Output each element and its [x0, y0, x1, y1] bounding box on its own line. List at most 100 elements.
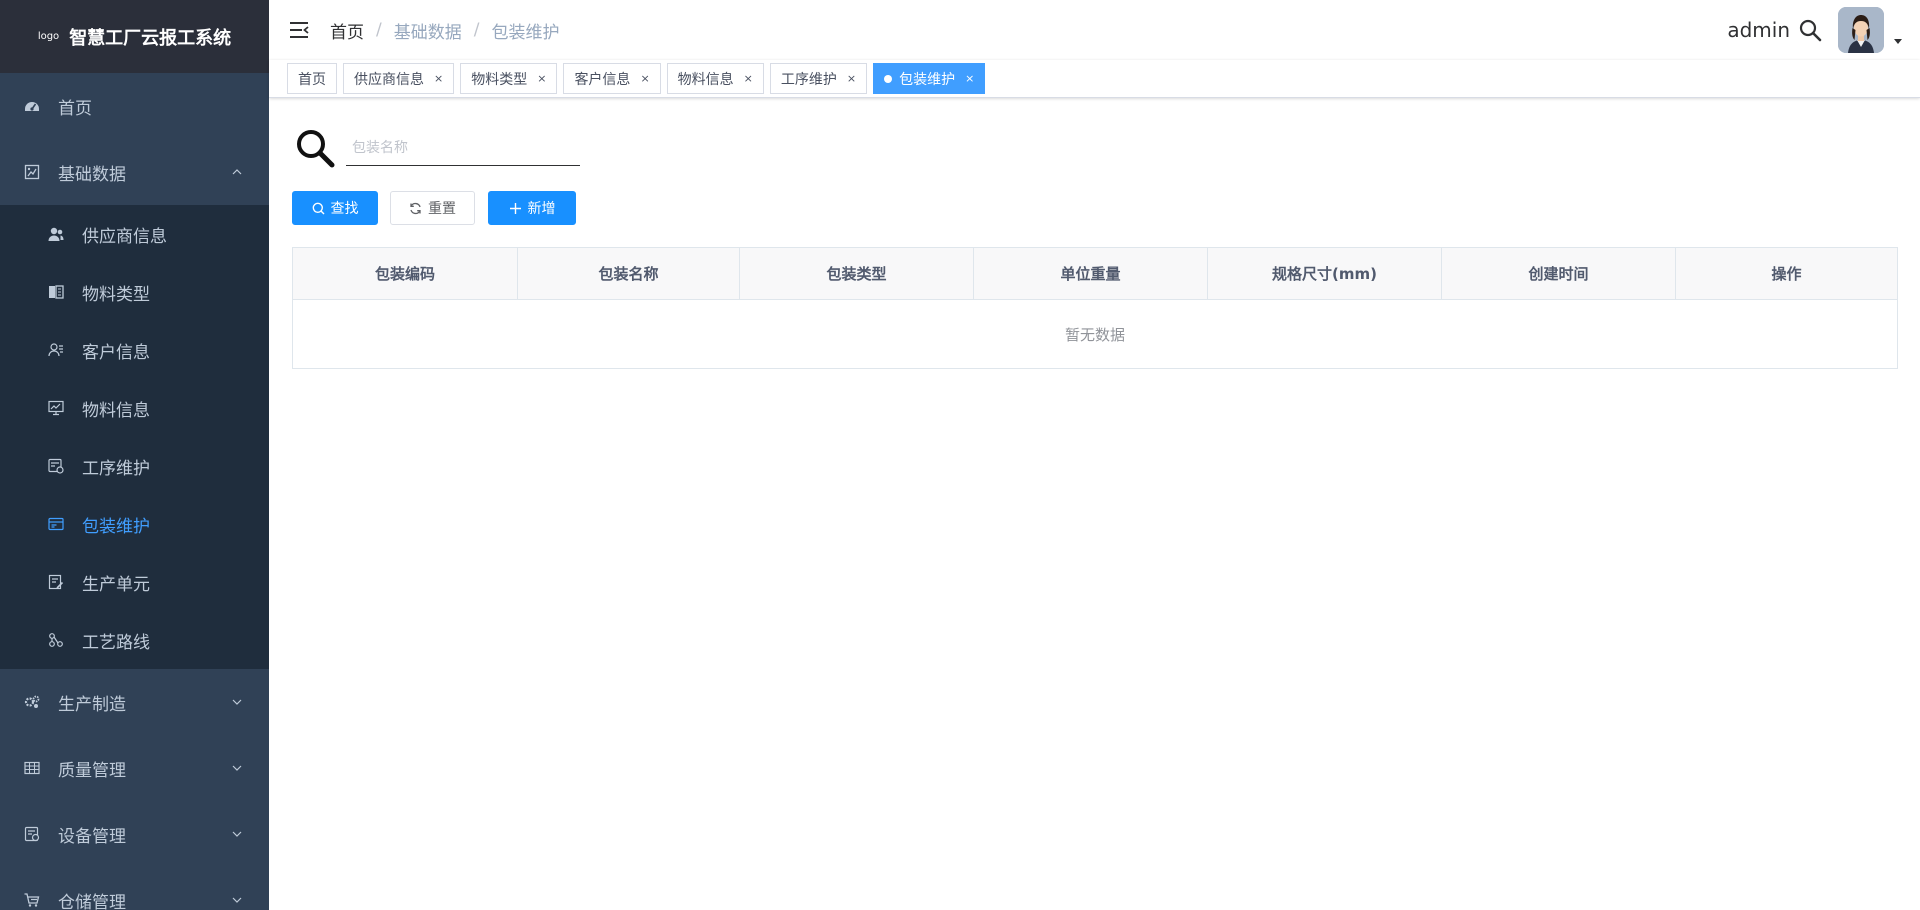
close-icon[interactable]: ×: [965, 72, 974, 85]
close-icon[interactable]: ×: [640, 72, 649, 85]
tag-label: 物料信息: [677, 71, 734, 88]
warehouse-icon: [24, 892, 40, 908]
close-icon[interactable]: ×: [434, 72, 443, 85]
search-icon: [312, 202, 325, 215]
sidebar-item-supplier[interactable]: 供应商信息: [0, 205, 269, 263]
hamburger-icon[interactable]: [288, 20, 310, 40]
sidebar-item-label: 工艺路线: [82, 632, 150, 653]
sidebar-item-material-info[interactable]: 物料信息: [0, 379, 269, 437]
sidebar-item-label: 基础数据: [58, 164, 126, 185]
material-info-icon: [48, 400, 64, 416]
sidebar-item-production-unit[interactable]: 生产单元: [0, 553, 269, 611]
column-header: 规格尺寸(mm): [1208, 248, 1442, 299]
action-bar: 查找 重置 新增: [292, 191, 1898, 225]
close-icon[interactable]: ×: [744, 72, 753, 85]
tag-package[interactable]: 包装维护 ×: [873, 63, 986, 94]
package-name-input[interactable]: [346, 130, 580, 166]
breadcrumb-base-data: 基础数据: [393, 22, 462, 43]
sidebar-item-customer[interactable]: 客户信息: [0, 321, 269, 379]
sidebar-item-route[interactable]: 工艺路线: [0, 611, 269, 669]
breadcrumb-home[interactable]: 首页: [330, 18, 364, 43]
close-icon[interactable]: ×: [537, 72, 546, 85]
tag-label: 物料类型: [471, 71, 528, 88]
username: admin: [1727, 18, 1790, 42]
chevron-down-icon: [232, 831, 242, 837]
sidebar-item-package[interactable]: 包装维护: [0, 495, 269, 553]
chevron-down-icon: [232, 699, 242, 705]
chevron-up-icon: [232, 169, 242, 175]
sidebar: logo 智慧工厂云报工系统 首页 基础数据 供应商信息 物料类型 客户信息 物…: [0, 0, 269, 910]
sidebar-item-label: 生产制造: [58, 694, 126, 715]
navbar: 首页 / 基础数据 / 包装维护 admin: [269, 0, 1920, 60]
reset-button-label: 重置: [428, 201, 456, 217]
tag-label: 客户信息: [574, 71, 631, 88]
sidebar-item-label: 物料信息: [82, 400, 150, 421]
chevron-down-icon: [232, 897, 242, 903]
sidebar-item-label: 仓储管理: [58, 892, 126, 910]
sidebar-item-label: 供应商信息: [82, 226, 167, 247]
package-icon: [48, 516, 64, 532]
sidebar-item-label: 首页: [58, 98, 92, 119]
breadcrumb-current: 包装维护: [491, 22, 560, 43]
column-header: 单位重量: [974, 248, 1208, 299]
reset-button[interactable]: 重置: [390, 191, 475, 225]
logo-bar: logo 智慧工厂云报工系统: [0, 0, 269, 73]
right-menu: admin: [1727, 0, 1904, 60]
tag-label: 包装维护: [899, 71, 956, 88]
sidebar-item-equipment[interactable]: 设备管理: [0, 801, 269, 867]
sidebar-item-base-data[interactable]: 基础数据: [0, 139, 269, 205]
tags-view: 首页 供应商信息 × 物料类型 × 客户信息 × 物料信息 × 工序维护 × 包…: [269, 60, 1920, 98]
tag-material-info[interactable]: 物料信息 ×: [666, 63, 764, 94]
tag-process[interactable]: 工序维护 ×: [769, 63, 868, 94]
search-button[interactable]: 查找: [292, 191, 378, 225]
caret-down-icon[interactable]: [1892, 35, 1904, 47]
tag-label: 首页: [298, 71, 326, 88]
search-form: [292, 113, 1898, 183]
supplier-icon: [48, 226, 64, 242]
sidebar-item-manufacturing[interactable]: 生产制造: [0, 669, 269, 735]
sidebar-item-quality[interactable]: 质量管理: [0, 735, 269, 801]
avatar[interactable]: [1838, 7, 1884, 53]
sidebar-item-warehouse[interactable]: 仓储管理: [0, 867, 269, 910]
app-title: 智慧工厂云报工系统: [69, 27, 232, 49]
sidebar-item-label: 客户信息: [82, 342, 150, 363]
customer-icon: [48, 342, 64, 358]
tag-material-type[interactable]: 物料类型 ×: [460, 63, 558, 94]
column-header: 包装名称: [518, 248, 740, 299]
column-header: 创建时间: [1442, 248, 1676, 299]
tag-label: 供应商信息: [354, 71, 424, 88]
material-type-icon: [48, 284, 64, 300]
sidebar-item-process[interactable]: 工序维护: [0, 437, 269, 495]
sidebar-item-label: 生产单元: [82, 574, 150, 595]
empty-placeholder: 暂无数据: [1064, 325, 1125, 344]
plus-icon: [509, 202, 522, 215]
sidebar-item-material-type[interactable]: 物料类型: [0, 263, 269, 321]
active-dot-icon: [884, 74, 893, 83]
package-table: 包装编码 包装名称 包装类型 单位重量 规格尺寸(mm) 创建时间 操作 暂无数…: [292, 247, 1898, 369]
search-icon: [297, 130, 335, 168]
table-header: 包装编码 包装名称 包装类型 单位重量 规格尺寸(mm) 创建时间 操作: [293, 248, 1897, 300]
sidebar-item-home[interactable]: 首页: [0, 73, 269, 139]
tag-supplier[interactable]: 供应商信息 ×: [343, 63, 455, 94]
sidebar-item-label: 质量管理: [58, 760, 126, 781]
breadcrumb-separator: /: [473, 20, 480, 40]
dashboard-icon: [24, 98, 40, 114]
header-search-icon[interactable]: [1798, 18, 1822, 42]
tag-home[interactable]: 首页: [287, 63, 337, 94]
close-icon[interactable]: ×: [847, 72, 856, 85]
logo-image: logo: [37, 31, 60, 42]
add-button[interactable]: 新增: [488, 191, 576, 225]
manufacturing-icon: [24, 694, 40, 710]
equipment-icon: [24, 826, 40, 842]
production-unit-icon: [48, 574, 64, 590]
breadcrumb-separator: /: [376, 20, 382, 40]
submenu-base-data: 供应商信息 物料类型 客户信息 物料信息 工序维护 包装维护 生产单元 工艺路线: [0, 205, 269, 669]
process-icon: [48, 458, 64, 474]
sidebar-item-label: 物料类型: [82, 284, 150, 305]
add-button-label: 新增: [527, 201, 556, 217]
tag-label: 工序维护: [780, 71, 837, 88]
main-content: 查找 重置 新增 包装编码 包装名称 包装类型 单位重量 规格尺寸(mm) 创建…: [292, 98, 1898, 369]
column-header: 操作: [1771, 265, 1802, 283]
quality-icon: [24, 760, 40, 776]
tag-customer[interactable]: 客户信息 ×: [563, 63, 661, 94]
